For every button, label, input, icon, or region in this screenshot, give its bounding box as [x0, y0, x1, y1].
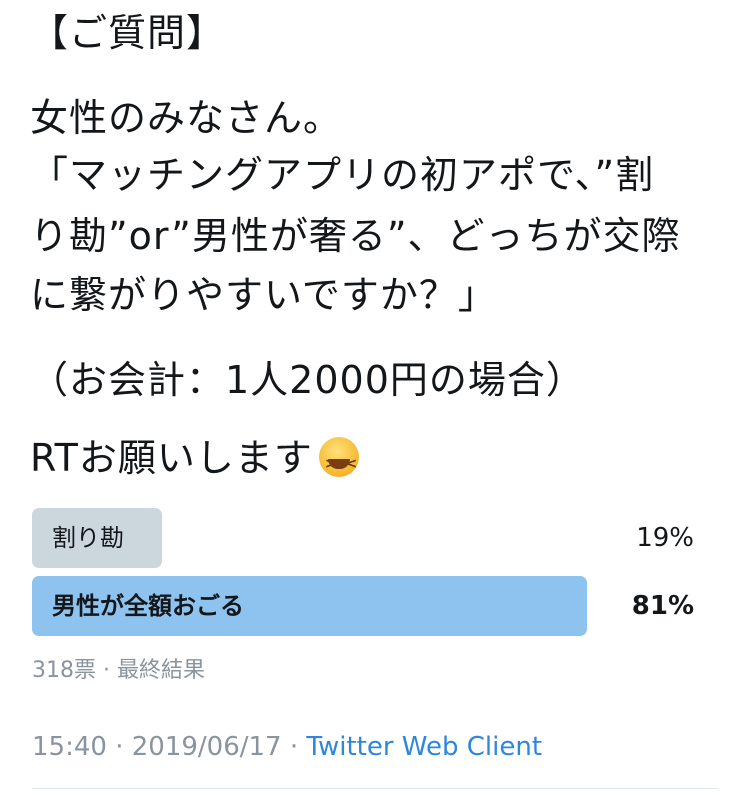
poll-option-1-label: 割り勘	[52, 524, 124, 552]
poll-option-1[interactable]: 割り勘 19%	[32, 508, 694, 568]
tweet-footer: 15:40 · 2019/06/17 · Twitter Web Client	[32, 732, 542, 762]
tweet-date[interactable]: 2019/06/17	[132, 732, 282, 762]
poll-option-1-percent: 19%	[636, 523, 694, 553]
grinning-squinting-face-icon	[318, 437, 359, 487]
poll-meta: 318票 · 最終結果	[32, 652, 205, 684]
footer-separator-1: ·	[115, 732, 124, 762]
poll-option-2[interactable]: 男性が全額おごる 81%	[32, 576, 694, 636]
tweet-line-7-text: RTお願いします	[30, 436, 313, 480]
poll-option-2-label: 男性が全額おごる	[52, 592, 244, 620]
tweet-line-2: 女性のみなさん。	[30, 96, 343, 140]
tweet-line-5: に繋がりやすいですか？」	[30, 273, 497, 317]
tweet-line-6: （お会計：1人2000円の場合）	[30, 358, 585, 402]
poll-vote-count: 318票	[32, 658, 96, 683]
tweet-line-3: 「マッチングアプリの初アポで、”割	[30, 153, 655, 197]
footer-separator-2: ·	[289, 732, 299, 762]
poll-status: 最終結果	[117, 658, 206, 683]
tweet-time[interactable]: 15:40	[32, 732, 107, 762]
poll-option-2-percent: 81%	[631, 591, 694, 621]
tweet-line-7: RTお願いします	[30, 435, 359, 487]
poll-meta-separator: ·	[103, 658, 110, 683]
tweet-client-link[interactable]: Twitter Web Client	[306, 732, 542, 762]
divider	[32, 788, 718, 789]
tweet-line-4: り勘”or”男性が奢る”、どっちが交際	[30, 214, 681, 258]
tweet-line-1: 【ご質問】	[30, 11, 226, 55]
